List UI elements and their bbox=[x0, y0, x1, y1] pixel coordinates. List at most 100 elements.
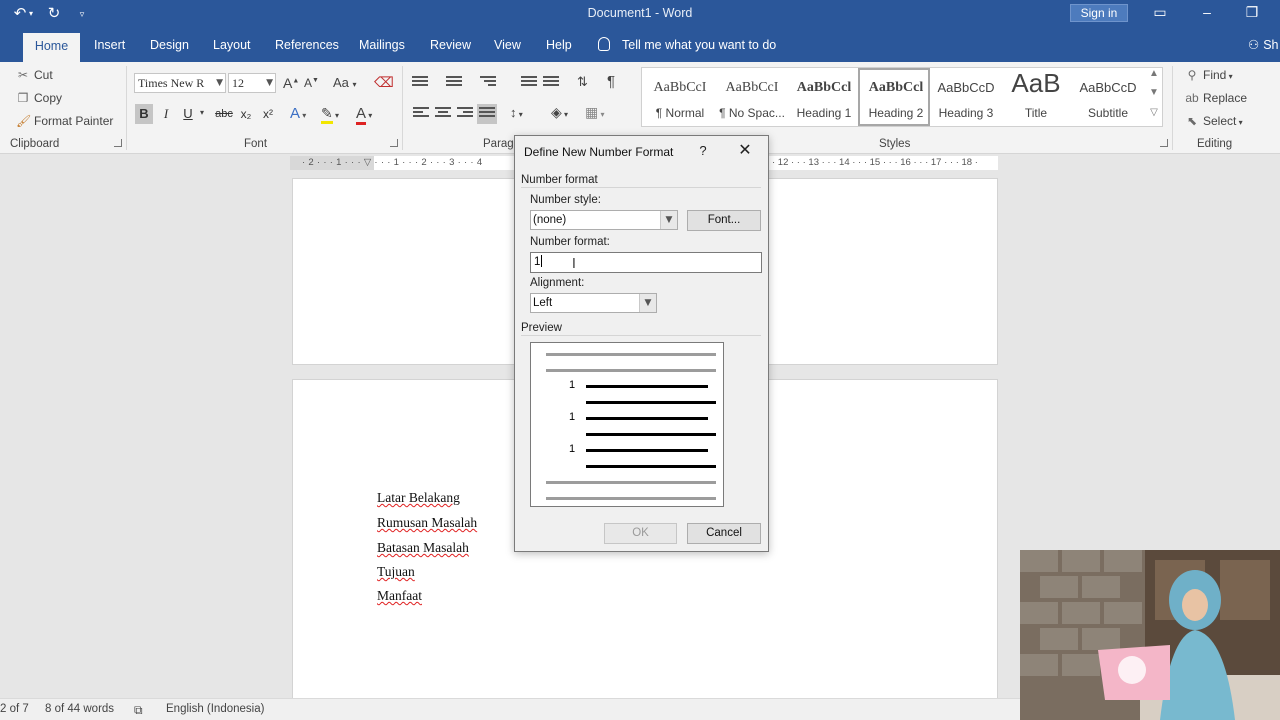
align-left-icon[interactable] bbox=[413, 107, 429, 121]
style-heading-2[interactable]: AaBbCcl Heading 2 bbox=[858, 68, 930, 126]
font-color-button[interactable]: A ▾ bbox=[356, 105, 372, 125]
increase-indent-icon[interactable] bbox=[543, 76, 559, 90]
align-right-icon[interactable] bbox=[457, 107, 473, 121]
highlight-color-button[interactable]: ✎ ▾ bbox=[321, 105, 339, 124]
line-spacing-icon[interactable]: ↕ ▾ bbox=[510, 105, 523, 120]
chevron-down-icon: ▼ bbox=[266, 78, 273, 88]
numbering-icon[interactable] bbox=[446, 76, 462, 90]
styles-more-icon[interactable]: ▽ bbox=[1145, 107, 1163, 127]
clear-formatting-button[interactable]: ⌫ bbox=[374, 74, 394, 91]
borders-icon[interactable]: ▦ ▾ bbox=[585, 104, 604, 121]
font-button[interactable]: Font... bbox=[687, 210, 761, 231]
shrink-font-button[interactable]: A▼ bbox=[304, 76, 319, 90]
style-name: ¶ Normal bbox=[655, 106, 705, 120]
underline-dropdown-icon[interactable]: ▾ bbox=[200, 108, 204, 117]
bullets-icon[interactable] bbox=[412, 76, 428, 90]
page-count[interactable]: 2 of 7 bbox=[0, 703, 29, 715]
title-bar: ↶ ▾ ↻ ▿ Document1 - Word Sign in ▭ – ❐ bbox=[0, 0, 1280, 28]
list-item[interactable]: Latar Belakang bbox=[377, 490, 460, 506]
preview-line bbox=[586, 449, 708, 452]
text-effects-button[interactable]: A ▾ bbox=[290, 105, 306, 122]
chevron-down-icon: ▼ bbox=[639, 294, 656, 312]
shading-icon[interactable]: ◈ ▾ bbox=[551, 104, 568, 121]
subscript-button[interactable]: x₂ bbox=[236, 104, 256, 124]
style-no-spacing[interactable]: AaBbCcI ¶ No Spac... bbox=[716, 68, 788, 126]
alignment-select[interactable]: Left ▼ bbox=[530, 293, 657, 313]
styles-launcher-icon[interactable] bbox=[1160, 139, 1168, 147]
font-size-combo[interactable]: 12 ▼ bbox=[228, 73, 276, 93]
grow-font-button[interactable]: A▲ bbox=[283, 75, 299, 91]
sort-icon[interactable]: ⇅ bbox=[577, 74, 588, 90]
list-item[interactable]: Rumusan Masalah bbox=[377, 515, 477, 531]
list-item[interactable]: Manfaat bbox=[377, 588, 422, 604]
list-item[interactable]: Tujuan bbox=[377, 564, 415, 580]
restore-icon[interactable]: ❐ bbox=[1240, 4, 1264, 21]
styles-scroll-up-icon[interactable]: ▲ bbox=[1145, 68, 1163, 88]
font-launcher-icon[interactable] bbox=[390, 139, 398, 147]
select-button[interactable]: ⬉ Select ▾ bbox=[1185, 114, 1243, 128]
minimize-icon[interactable]: – bbox=[1195, 4, 1219, 20]
underline-button[interactable]: U bbox=[179, 104, 197, 124]
bold-button[interactable]: B bbox=[135, 104, 153, 124]
tab-home[interactable]: Home bbox=[23, 33, 80, 62]
help-button[interactable]: ? bbox=[696, 143, 710, 158]
cut-button[interactable]: ✂ Cut bbox=[16, 68, 53, 82]
proofing-icon[interactable]: ⧉ bbox=[134, 703, 143, 718]
chevron-down-icon: ▼ bbox=[660, 211, 677, 229]
editing-group-label: Editing bbox=[1197, 138, 1233, 150]
style-heading-3[interactable]: AaBbCcD Heading 3 bbox=[930, 68, 1002, 126]
preview-line bbox=[586, 385, 708, 388]
font-name-combo[interactable]: Times New R ▼ bbox=[134, 73, 226, 93]
style-heading-1[interactable]: AaBbCcl Heading 1 bbox=[788, 68, 860, 126]
select-label: Select bbox=[1203, 114, 1237, 128]
strikethrough-button[interactable]: abc bbox=[212, 104, 236, 124]
change-case-button[interactable]: Aa ▾ bbox=[333, 75, 357, 90]
superscript-button[interactable]: x² bbox=[258, 104, 278, 124]
tab-insert[interactable]: Insert bbox=[94, 38, 125, 52]
copy-button[interactable]: ❐ Copy bbox=[16, 91, 62, 105]
tell-me-search[interactable]: Tell me what you want to do bbox=[598, 37, 776, 52]
style-name: ¶ No Spac... bbox=[719, 106, 785, 120]
tab-layout[interactable]: Layout bbox=[213, 38, 251, 52]
decrease-indent-icon[interactable] bbox=[521, 76, 537, 90]
style-title[interactable]: AaB Title bbox=[1000, 68, 1072, 126]
find-button[interactable]: ⚲ Find ▾ bbox=[1185, 68, 1233, 82]
cursor-icon: ⬉ bbox=[1186, 114, 1198, 128]
ribbon-display-options-icon[interactable]: ▭ bbox=[1148, 4, 1172, 21]
cancel-button[interactable]: Cancel bbox=[687, 523, 761, 544]
share-label: Sh bbox=[1263, 38, 1279, 52]
align-center-icon[interactable] bbox=[435, 107, 451, 121]
tab-design[interactable]: Design bbox=[150, 38, 189, 52]
italic-button[interactable]: I bbox=[157, 104, 175, 124]
justify-icon[interactable] bbox=[477, 104, 497, 124]
style-normal[interactable]: AaBbCcI ¶ Normal bbox=[644, 68, 716, 126]
language-indicator[interactable]: English (Indonesia) bbox=[166, 703, 264, 715]
clipboard-launcher-icon[interactable] bbox=[114, 139, 122, 147]
eraser-icon: ⌫ bbox=[374, 74, 394, 90]
pilcrow-icon[interactable]: ¶ bbox=[607, 73, 615, 90]
sign-in-button[interactable]: Sign in bbox=[1070, 4, 1128, 22]
tab-view[interactable]: View bbox=[494, 38, 521, 52]
tab-help[interactable]: Help bbox=[546, 38, 572, 52]
tab-mailings[interactable]: Mailings bbox=[359, 38, 405, 52]
tab-review[interactable]: Review bbox=[430, 38, 471, 52]
i-beam-cursor-icon: I bbox=[572, 257, 576, 272]
style-sample: AaBbCcl bbox=[796, 80, 852, 95]
list-item[interactable]: Batasan Masalah bbox=[377, 540, 469, 556]
share-button[interactable]: ⚇ Sh bbox=[1248, 37, 1278, 52]
style-name: Subtitle bbox=[1087, 106, 1129, 120]
format-painter-label: Format Painter bbox=[34, 114, 114, 128]
preview-number: 1 bbox=[569, 379, 576, 391]
close-icon[interactable]: ✕ bbox=[734, 140, 756, 162]
replace-button[interactable]: ab Replace bbox=[1185, 91, 1247, 105]
tab-references[interactable]: References bbox=[275, 38, 339, 52]
style-subtitle[interactable]: AaBbCcD Subtitle bbox=[1072, 68, 1144, 126]
number-style-select[interactable]: (none) ▼ bbox=[530, 210, 678, 230]
format-painter-button[interactable]: 🖌 Format Painter bbox=[16, 114, 113, 128]
ok-button[interactable]: OK bbox=[604, 523, 677, 544]
styles-scroll-down-icon[interactable]: ▼ bbox=[1145, 87, 1163, 107]
number-format-input[interactable]: 1I bbox=[530, 252, 762, 273]
style-sample: AaB bbox=[1011, 68, 1061, 98]
multilevel-list-icon[interactable] bbox=[480, 76, 496, 90]
word-count[interactable]: 8 of 44 words bbox=[45, 703, 114, 715]
